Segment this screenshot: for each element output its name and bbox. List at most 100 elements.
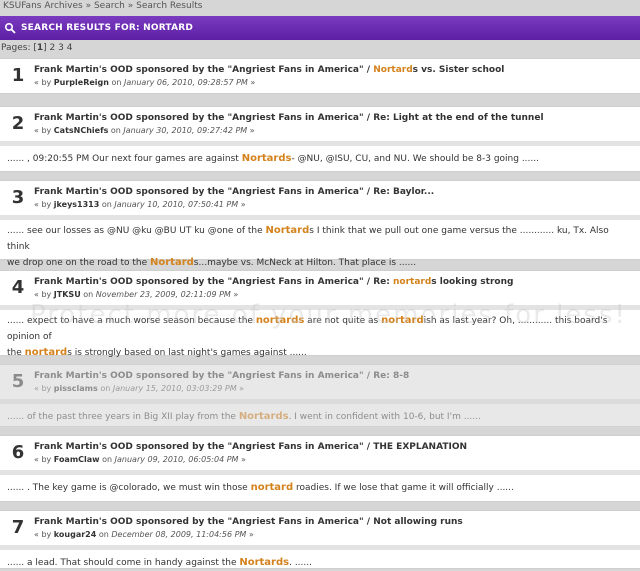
- search-term-highlight: Nortards: [241, 153, 292, 164]
- byline-prefix: « by: [34, 200, 52, 209]
- result-header: 3 Frank Martin's OOD sponsored by the "An…: [0, 181, 640, 215]
- pagination: Pages: [1] 2 3 4: [1, 43, 73, 53]
- post-date: January 06, 2010, 09:28:57 PM: [124, 78, 248, 87]
- snippet-line: we drop one on the road to the Nortards.…: [7, 255, 629, 271]
- byline-prefix: « by: [34, 78, 52, 87]
- search-result: 5 Frank Martin's OOD sponsored by the "An…: [0, 364, 640, 427]
- snippet-line: ...... . The key game is @colorado, we m…: [7, 480, 629, 496]
- result-title-highlight: nortard: [393, 277, 432, 287]
- byline-suffix: »: [248, 530, 254, 539]
- search-term-highlight: Nortard: [150, 257, 194, 268]
- divider: [0, 399, 640, 404]
- byline-prefix: « by: [34, 455, 52, 464]
- byline-suffix: »: [239, 384, 245, 393]
- snippet-text: we drop one on the road to the: [7, 258, 150, 268]
- search-icon: [4, 22, 16, 34]
- snippet-line: ...... see our losses as @NU @ku @BU UT …: [7, 223, 629, 255]
- result-number: 1: [11, 65, 25, 86]
- result-byline: « by JTKSU on November 23, 2009, 02:11:0…: [34, 290, 238, 299]
- page-link-2[interactable]: 2: [50, 43, 56, 53]
- breadcrumb-search[interactable]: Search: [94, 1, 125, 11]
- result-byline: « by FoamClaw on January 09, 2010, 06:05…: [34, 455, 246, 464]
- snippet-text: . I went in confident with 10-6, but I'm…: [288, 412, 481, 422]
- result-header: 1 Frank Martin's OOD sponsored by the "An…: [0, 59, 640, 93]
- search-result: 3 Frank Martin's OOD sponsored by the "An…: [0, 180, 640, 268]
- byline-on: on: [101, 200, 112, 209]
- result-title-suffix: s vs. Sister school: [412, 65, 505, 75]
- author-link[interactable]: kougar24: [54, 530, 97, 539]
- snippet-text: ...... a lead. That should come in handy…: [7, 558, 240, 568]
- banner-title: SEARCH RESULTS FOR: NORTARD: [21, 23, 194, 33]
- byline-prefix: « by: [34, 290, 52, 299]
- result-title-text: Frank Martin's OOD sponsored by the "Ang…: [34, 113, 544, 123]
- byline-on: on: [98, 530, 109, 539]
- search-term-highlight: nortard: [381, 315, 424, 326]
- snippet-text: ...... , 09:20:55 PM Our next four games…: [7, 154, 242, 164]
- divider: [0, 215, 640, 220]
- divider: [0, 470, 640, 475]
- post-date: January 15, 2010, 03:03:29 PM: [112, 384, 237, 393]
- search-term-highlight: nortard: [24, 347, 68, 358]
- result-byline: « by kougar24 on December 08, 2009, 11:0…: [34, 530, 254, 539]
- snippet-text: ...... see our losses as @NU @ku @BU UT …: [7, 226, 266, 236]
- divider: [0, 545, 640, 550]
- author-link[interactable]: FoamClaw: [54, 455, 100, 464]
- post-date: January 09, 2010, 06:05:04 PM: [114, 455, 239, 464]
- byline-prefix: « by: [34, 126, 52, 135]
- result-byline: « by PurpleReign on January 06, 2010, 09…: [34, 78, 255, 87]
- byline-on: on: [100, 384, 111, 393]
- result-snippet: ...... see our losses as @NU @ku @BU UT …: [7, 223, 629, 271]
- result-number: 7: [11, 517, 25, 538]
- search-term-highlight: nortard: [250, 482, 294, 493]
- breadcrumb: KSUFans Archives » Search » Search Resul…: [3, 1, 202, 11]
- post-date: January 10, 2010, 07:50:41 PM: [114, 200, 239, 209]
- author-link[interactable]: PurpleReign: [54, 78, 109, 87]
- result-title-link[interactable]: Frank Martin's OOD sponsored by the "Ang…: [34, 187, 434, 197]
- result-header: 4 Frank Martin's OOD sponsored by the "An…: [0, 271, 640, 305]
- page-link-3[interactable]: 3: [58, 43, 64, 53]
- result-snippet: ...... . The key game is @colorado, we m…: [7, 480, 629, 496]
- breadcrumb-home[interactable]: KSUFans Archives: [3, 1, 83, 11]
- result-header: 7 Frank Martin's OOD sponsored by the "An…: [0, 511, 640, 545]
- divider: [0, 305, 640, 310]
- author-link[interactable]: CatsNChiefs: [54, 126, 109, 135]
- search-term-highlight: Nortards: [238, 411, 289, 422]
- author-link[interactable]: pissclams: [54, 384, 98, 393]
- result-title-text: Frank Martin's OOD sponsored by the "Ang…: [34, 65, 374, 75]
- result-title-link[interactable]: Frank Martin's OOD sponsored by the "Ang…: [34, 371, 409, 381]
- result-title-link[interactable]: Frank Martin's OOD sponsored by the "Ang…: [34, 113, 544, 123]
- author-link[interactable]: jkeys1313: [54, 200, 100, 209]
- byline-prefix: « by: [34, 384, 52, 393]
- snippet-text: are not quite as: [304, 316, 382, 326]
- snippet-line: ...... expect to have a much worse seaso…: [7, 313, 629, 345]
- search-result: 1 Frank Martin's OOD sponsored by the "An…: [0, 58, 640, 94]
- page-link-4[interactable]: 4: [67, 43, 73, 53]
- byline-on: on: [102, 455, 113, 464]
- snippet-text: s is strongly based on last night's game…: [67, 348, 307, 358]
- post-date: January 30, 2010, 09:27:42 PM: [123, 126, 248, 135]
- breadcrumb-separator: »: [85, 1, 92, 11]
- search-result: 7 Frank Martin's OOD sponsored by the "An…: [0, 510, 640, 569]
- byline-prefix: « by: [34, 530, 52, 539]
- snippet-line: the nortards is strongly based on last n…: [7, 345, 629, 361]
- result-snippet: ...... , 09:20:55 PM Our next four games…: [7, 151, 629, 167]
- result-title-link[interactable]: Frank Martin's OOD sponsored by the "Ang…: [34, 517, 463, 527]
- result-number: 5: [11, 371, 25, 392]
- result-snippet: ...... expect to have a much worse seaso…: [7, 313, 629, 361]
- byline-suffix: »: [240, 455, 246, 464]
- result-number: 4: [11, 277, 25, 298]
- byline-on: on: [111, 78, 122, 87]
- result-title-link[interactable]: Frank Martin's OOD sponsored by the "Ang…: [34, 277, 513, 287]
- search-results-banner: SEARCH RESULTS FOR: NORTARD: [0, 16, 640, 40]
- result-title-highlight: Nortard: [373, 65, 413, 75]
- result-title-link[interactable]: Frank Martin's OOD sponsored by the "Ang…: [34, 65, 504, 75]
- author-link[interactable]: JTKSU: [54, 290, 81, 299]
- result-title-link[interactable]: Frank Martin's OOD sponsored by the "Ang…: [34, 442, 467, 452]
- result-byline: « by pissclams on January 15, 2010, 03:0…: [34, 384, 244, 393]
- result-title-text: Frank Martin's OOD sponsored by the "Ang…: [34, 442, 468, 452]
- result-byline: « by CatsNChiefs on January 30, 2010, 09…: [34, 126, 255, 135]
- snippet-text: - @NU, @ISU, CU, and NU. We should be 8-…: [291, 154, 539, 164]
- byline-suffix: »: [233, 290, 239, 299]
- snippet-text: roadies. If we lose that game it will of…: [293, 483, 514, 493]
- search-result: 6 Frank Martin's OOD sponsored by the "An…: [0, 435, 640, 502]
